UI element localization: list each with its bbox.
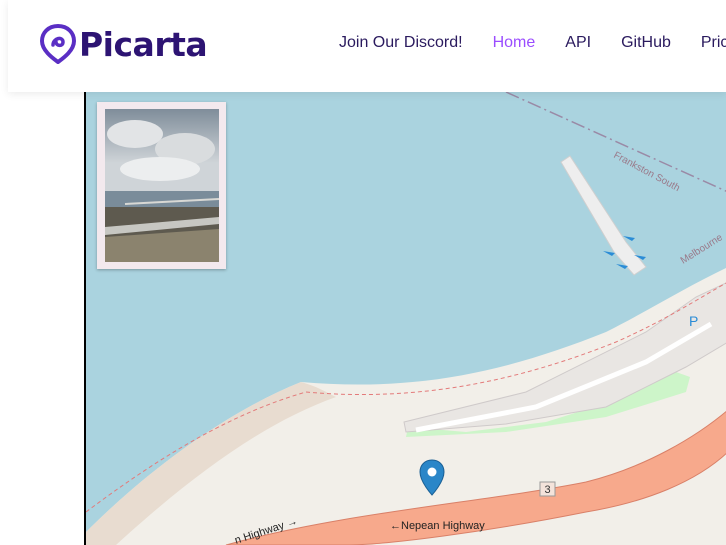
photo-image bbox=[105, 109, 219, 262]
route-number-label: 3 bbox=[544, 484, 550, 496]
nav-api[interactable]: API bbox=[565, 34, 591, 52]
picarta-logo[interactable]: Picarta bbox=[40, 22, 208, 66]
nav-github[interactable]: GitHub bbox=[621, 34, 671, 52]
uploaded-photo-thumbnail[interactable] bbox=[97, 102, 226, 269]
site-header: Picarta Join Our Discord! Home API GitHu… bbox=[8, 0, 726, 92]
nepean-highway-label: ←Nepean Highway bbox=[390, 520, 485, 532]
nav-home[interactable]: Home bbox=[493, 34, 536, 52]
main-nav: Join Our Discord! Home API GitHub Pric bbox=[339, 34, 726, 52]
location-pin-logo-icon bbox=[40, 24, 76, 64]
nav-discord[interactable]: Join Our Discord! bbox=[339, 34, 463, 52]
brand-name: Picarta bbox=[79, 24, 208, 64]
parking-label: P bbox=[689, 313, 698, 329]
nav-pricing[interactable]: Pric bbox=[701, 34, 726, 52]
